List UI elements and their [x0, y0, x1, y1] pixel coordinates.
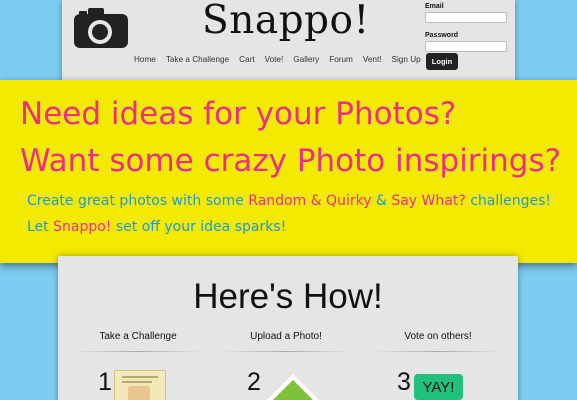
login-button[interactable]: Login [426, 53, 458, 70]
camera-icon[interactable] [74, 8, 128, 48]
sub1-text-e: challenges! [465, 193, 552, 209]
sub2-text-c: set off your idea sparks! [111, 219, 287, 235]
yay-badge: YAY! [414, 374, 463, 400]
step-1-number: 1 [98, 368, 112, 396]
site-title[interactable]: Snappo! [202, 0, 370, 43]
email-field[interactable] [425, 12, 507, 23]
step-1-divider [73, 351, 203, 352]
site-header: Snappo! Email Password Home Take a Chall… [62, 0, 515, 83]
card-line-1 [122, 376, 158, 378]
step-2-label: Upload a Photo! [250, 331, 322, 342]
nav-sign-up[interactable]: Sign Up [392, 55, 421, 67]
card-line-2 [122, 381, 152, 383]
step-3-divider [373, 351, 503, 352]
nav-take-a-challenge[interactable]: Take a Challenge [166, 55, 229, 67]
login-form: Email Password [425, 3, 507, 52]
say-what-link[interactable]: Say What? [391, 193, 465, 209]
hero-banner: Need ideas for your Photos? Want some cr… [0, 80, 577, 263]
nav-cart[interactable]: Cart [239, 55, 254, 67]
sub2-text-a: Let [27, 219, 54, 235]
nav-home[interactable]: Home [134, 55, 156, 67]
nav-gallery[interactable]: Gallery [293, 55, 319, 67]
headline-ideas: Need ideas for your Photos? [20, 96, 457, 132]
step-2-divider [221, 351, 351, 352]
main-nav: Home Take a Challenge Cart Vote! Gallery… [134, 55, 431, 67]
sub1-text-a: Create great photos with some [27, 193, 249, 209]
random-quirky-link[interactable]: Random & Quirky [248, 193, 371, 209]
how-title: Here's How! [193, 277, 383, 316]
nav-vote[interactable]: Vote! [265, 55, 284, 67]
headline-inspirings: Want some crazy Photo inspirings? [20, 143, 562, 179]
nav-forum[interactable]: Forum [329, 55, 353, 67]
card-photo [128, 386, 150, 400]
step-3-number: 3 [397, 368, 411, 396]
how-it-works-panel: Here's How! Take a Challenge 1 Upload a … [58, 256, 518, 400]
password-field[interactable] [425, 41, 507, 52]
step-2-number: 2 [247, 368, 261, 396]
sub1-text-c: & [371, 193, 392, 209]
nav-vent[interactable]: Vent! [363, 55, 382, 67]
subheadline-sparks: Let Snappo! set off your idea sparks! [27, 219, 286, 235]
snappo-brand-text: Snappo! [53, 219, 112, 235]
email-label: Email [425, 3, 444, 10]
upload-arrow-icon [267, 374, 319, 400]
password-label: Password [425, 32, 459, 39]
challenge-card-icon [114, 370, 166, 400]
step-3-label: Vote on others! [404, 331, 472, 342]
subheadline-challenges: Create great photos with some Random & Q… [27, 193, 551, 209]
step-1-label: Take a Challenge [99, 331, 177, 342]
